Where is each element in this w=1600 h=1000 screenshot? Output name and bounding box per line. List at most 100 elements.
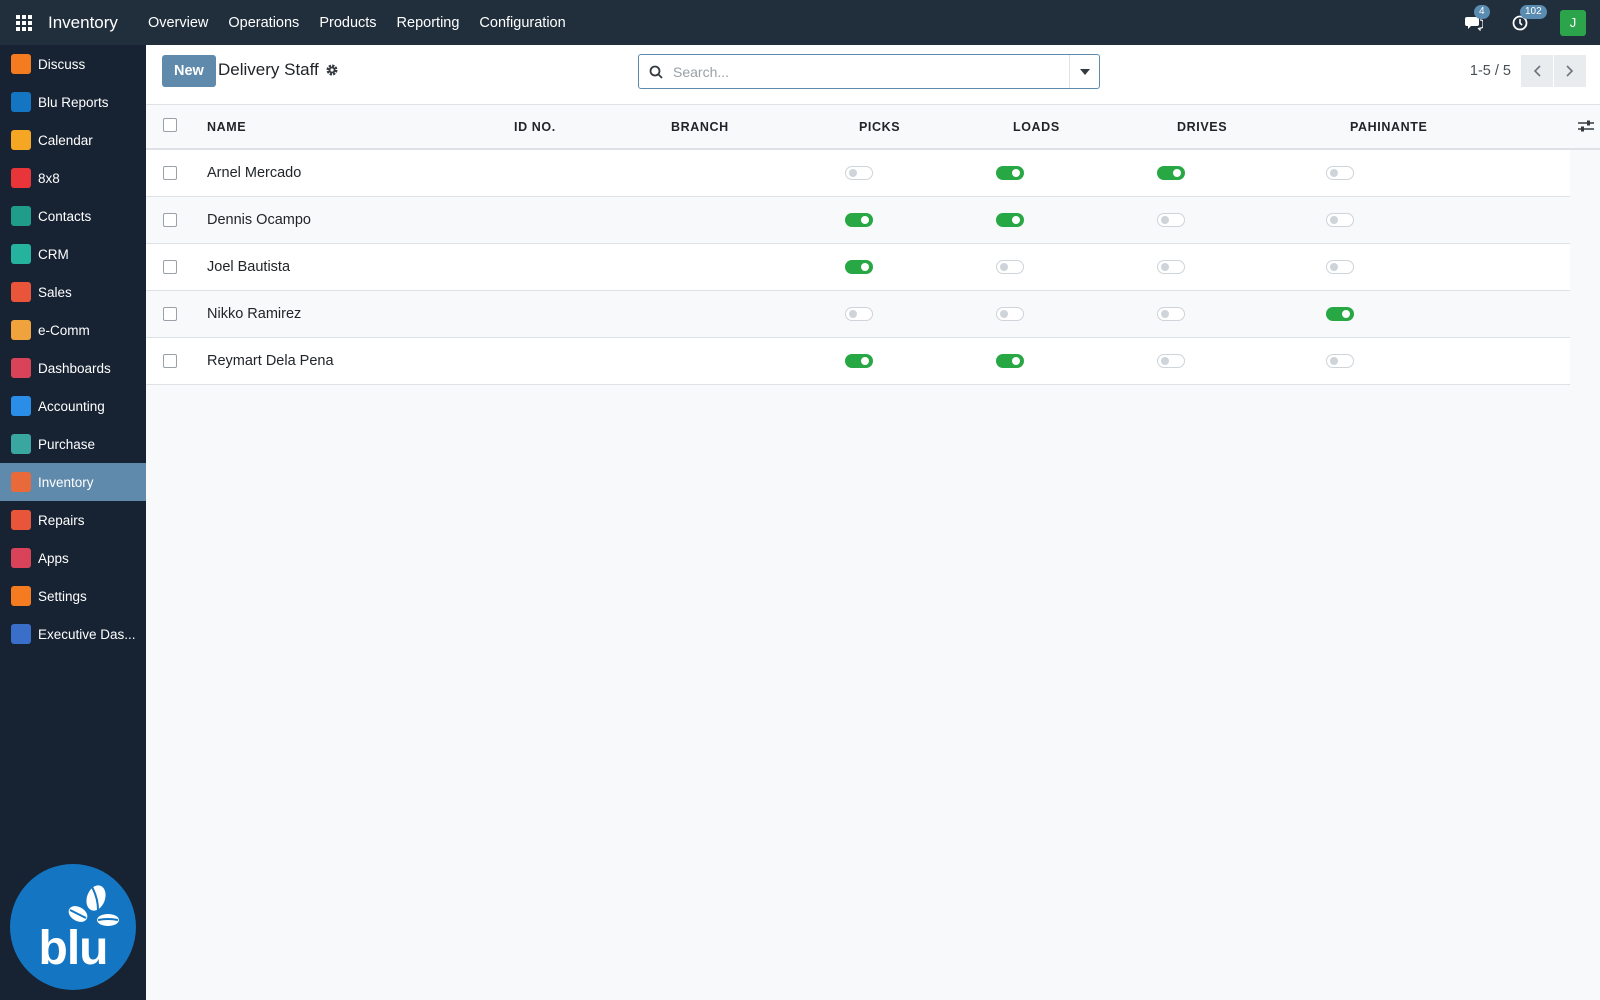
toggle-loads[interactable] [996,354,1024,368]
pager-next-button[interactable] [1554,55,1586,87]
row-checkbox[interactable] [163,213,177,227]
brand-logo: blu [10,864,136,990]
grid-icon [16,14,32,31]
select-all-checkbox[interactable] [163,118,177,132]
sidebar-item-sales[interactable]: Sales [0,273,146,311]
top-navbar: Inventory Overview Operations Products R… [0,0,1600,45]
menu-overview[interactable]: Overview [138,15,218,31]
table-row[interactable]: Joel Bautista [146,244,1570,291]
toggle-loads[interactable] [996,307,1024,321]
menu-operations[interactable]: Operations [218,15,309,31]
optional-columns-toggle[interactable] [1578,119,1594,138]
toggle-loads[interactable] [996,213,1024,227]
toggle-drives[interactable] [1157,354,1185,368]
column-header-drives[interactable]: DRIVES [1177,105,1227,150]
toggle-drives[interactable] [1157,213,1185,227]
toggle-picks[interactable] [845,213,873,227]
sidebar-item-discuss[interactable]: Discuss [0,45,146,83]
toggle-drives[interactable] [1157,166,1185,180]
menu-reporting[interactable]: Reporting [387,15,470,31]
row-checkbox[interactable] [163,307,177,321]
sidebar-item-calendar[interactable]: Calendar [0,121,146,159]
toggle-picks[interactable] [845,307,873,321]
table-row[interactable]: Reymart Dela Pena [146,338,1570,385]
pager-previous-button[interactable] [1521,55,1553,87]
cell-name[interactable]: Dennis Ocampo [207,197,311,244]
sidebar-item-label: Settings [38,588,87,604]
sales-icon [11,282,31,302]
sidebar-item-label: e-Comm [38,322,90,338]
toggle-picks[interactable] [845,260,873,274]
toggle-picks[interactable] [845,354,873,368]
settings-icon [11,586,31,606]
search-input[interactable] [673,63,1069,80]
table-row[interactable]: Dennis Ocampo [146,197,1570,244]
search-options-toggle[interactable] [1069,55,1099,88]
toggle-pahinante[interactable] [1326,260,1354,274]
sidebar-item-dashboards[interactable]: Dashboards [0,349,146,387]
toggle-pahinante[interactable] [1326,307,1354,321]
sidebar-item-executive-dashboard[interactable]: Executive Das... [0,615,146,653]
sidebar-list: Discuss Blu Reports Calendar 8x8 Contacts CRM… [0,45,146,653]
contacts-icon [11,206,31,226]
cell-name[interactable]: Joel Bautista [207,244,290,291]
toggle-drives[interactable] [1157,260,1185,274]
messages-button[interactable]: 4 [1464,4,1490,33]
cell-name[interactable]: Arnel Mercado [207,150,301,197]
column-header-pahinante[interactable]: PAHINANTE [1350,105,1427,150]
column-header-picks[interactable]: PICKS [859,105,900,150]
sidebar-item-inventory[interactable]: Inventory [0,463,146,501]
sidebar-item-accounting[interactable]: Accounting [0,387,146,425]
table-row[interactable]: Nikko Ramirez [146,291,1570,338]
sidebar-item-8x8[interactable]: 8x8 [0,159,146,197]
column-header-branch[interactable]: BRANCH [671,105,729,150]
accounting-icon [11,396,31,416]
purchase-icon [11,434,31,454]
new-button[interactable]: New [162,55,216,87]
toggle-pahinante[interactable] [1326,354,1354,368]
sidebar-item-label: Apps [38,550,69,566]
user-avatar[interactable]: J [1560,9,1586,36]
column-header-id-no[interactable]: ID NO. [514,105,556,150]
row-checkbox[interactable] [163,166,177,180]
sidebar-item-label: Contacts [38,208,92,224]
app-title[interactable]: Inventory [48,13,118,33]
menu-configuration[interactable]: Configuration [469,15,575,31]
row-checkbox[interactable] [163,260,177,274]
toggle-pahinante[interactable] [1326,166,1354,180]
pager-value[interactable]: 1-5 / 5 [1470,63,1511,79]
sidebar-item-apps[interactable]: Apps [0,539,146,577]
toggle-drives[interactable] [1157,307,1185,321]
cell-name[interactable]: Nikko Ramirez [207,291,301,338]
toggle-picks[interactable] [845,166,873,180]
control-panel: New Delivery Staff 1-5 / 5 [146,45,1600,105]
app-menu-button[interactable] [0,0,48,45]
activities-button[interactable]: 102 [1510,4,1547,33]
breadcrumb: Delivery Staff [218,60,319,79]
sidebar-item-blu-reports[interactable]: Blu Reports [0,83,146,121]
sidebar-item-crm[interactable]: CRM [0,235,146,273]
sidebar-item-contacts[interactable]: Contacts [0,197,146,235]
sidebar-item-label: Dashboards [38,360,111,376]
sidebar-item-label: Discuss [38,56,86,72]
crm-icon [11,244,31,264]
column-header-name[interactable]: NAME [207,105,246,150]
ecomm-icon [11,320,31,340]
toggle-pahinante[interactable] [1326,213,1354,227]
sidebar-item-purchase[interactable]: Purchase [0,425,146,463]
cell-name[interactable]: Reymart Dela Pena [207,338,334,385]
search-bar [638,54,1100,89]
column-header-loads[interactable]: LOADS [1013,105,1060,150]
toggle-loads[interactable] [996,166,1024,180]
table-header: NAME ID NO. BRANCH PICKS LOADS DRIVES PA… [146,105,1600,150]
sidebar-item-repairs[interactable]: Repairs [0,501,146,539]
sidebar-item-ecomm[interactable]: e-Comm [0,311,146,349]
toggle-loads[interactable] [996,260,1024,274]
table-row[interactable]: Arnel Mercado [146,150,1570,197]
menu-products[interactable]: Products [309,15,386,31]
gear-icon[interactable] [325,63,339,82]
row-checkbox[interactable] [163,354,177,368]
sidebar-item-label: Accounting [38,398,105,414]
sidebar-item-settings[interactable]: Settings [0,577,146,615]
blu-reports-icon [11,92,31,112]
